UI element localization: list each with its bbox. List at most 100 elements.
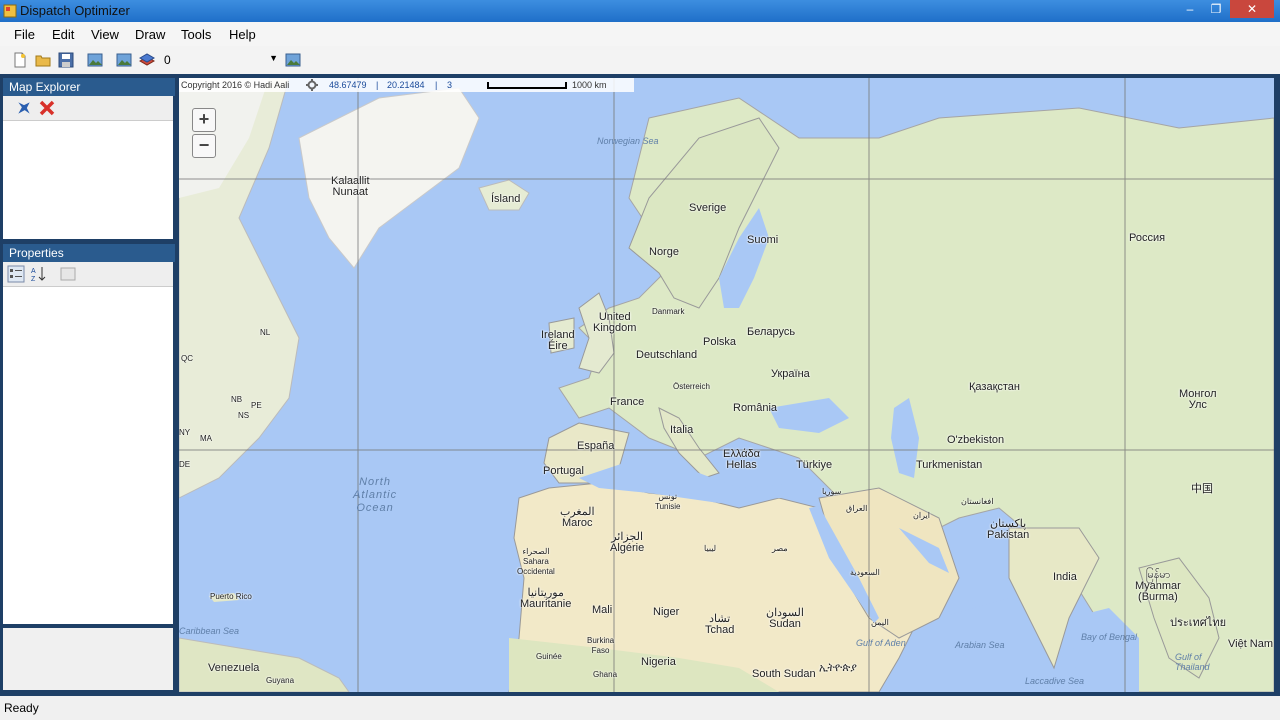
label-uzbekistan: O'zbekiston <box>947 434 1005 446</box>
sort-az-icon[interactable]: A Z <box>30 265 48 283</box>
title-bar: Dispatch Optimizer – ❐ ✕ <box>0 0 1280 22</box>
label-ethiopia: ኢትዮጵያ <box>819 662 857 674</box>
label-south-sudan: South Sudan <box>752 668 816 680</box>
label-portugal: Portugal <box>543 465 584 477</box>
app-icon <box>3 4 17 18</box>
label-suomi: Suomi <box>747 234 779 246</box>
label-syria: سوريا <box>822 487 842 496</box>
map-copyright: Copyright 2016 © Hadi Aali <box>181 80 290 90</box>
status-bar: Ready <box>0 696 1280 720</box>
label-maroc: المغرب Maroc <box>560 506 595 529</box>
label-norwegian-sea: Norwegian Sea <box>597 136 659 146</box>
label-pakistan: پاکستان Pakistan <box>987 518 1030 541</box>
minimize-button[interactable]: – <box>1176 0 1204 18</box>
label-kazakhstan: Қазақстан <box>969 381 1020 393</box>
label-tunisia: تونس Tunisie <box>655 492 681 511</box>
properties-toolbar: A Z <box>3 262 173 287</box>
label-iraq: العراق <box>846 504 868 513</box>
label-thailand: ประเทศไทย <box>1170 617 1227 629</box>
open-folder-icon[interactable] <box>35 52 51 68</box>
layer-combo-value: 0 <box>164 53 171 67</box>
menu-view[interactable]: View <box>91 27 119 42</box>
menu-file[interactable]: File <box>14 27 35 42</box>
map-image-icon[interactable] <box>87 52 103 68</box>
label-iran: ایران <box>913 511 930 520</box>
label-sverige: Sverige <box>689 202 727 214</box>
menu-draw[interactable]: Draw <box>135 27 165 42</box>
label-arabian-sea: Arabian Sea <box>955 640 1005 650</box>
categorized-icon[interactable] <box>7 265 25 283</box>
map-info-bar: Copyright 2016 © Hadi Aali 48.67479 | 20… <box>179 78 634 92</box>
label-egypt: مصر <box>772 544 788 553</box>
label-gulf-of-thailand: Gulf of Thailand <box>1175 652 1210 672</box>
label-mauritanie: موريتانيا Mauritanie <box>520 587 572 610</box>
map-scale-label: 1000 km <box>572 80 607 90</box>
description-panel <box>3 628 173 690</box>
label-atlantic-ocean: North Atlantic Ocean <box>353 476 398 514</box>
label-vietnam: Việt Nam <box>1228 638 1274 650</box>
delete-icon[interactable] <box>38 99 56 117</box>
scale-bar <box>487 82 567 89</box>
maximize-button[interactable]: ❐ <box>1202 0 1230 18</box>
map-image-icon[interactable] <box>116 52 132 68</box>
map-latitude: 20.21484 <box>387 80 425 90</box>
map-image-icon[interactable] <box>285 52 301 68</box>
label-pe: PE <box>251 401 262 410</box>
label-danmark: Danmark <box>652 307 685 316</box>
layers-icon[interactable] <box>139 52 155 68</box>
label-romania: România <box>733 402 778 414</box>
label-rossiya: Россия <box>1129 232 1166 244</box>
label-myanmar: မြန်မာ Myanmar (Burma) <box>1135 569 1181 603</box>
map-view[interactable]: + − Kalaallit Nunaat Ísland Sverige Suom… <box>179 78 1274 692</box>
label-tchad: تشاد Tchad <box>705 613 735 636</box>
label-saudi: السعودية <box>850 568 880 577</box>
menu-bar: File Edit View Draw Tools Help <box>0 22 1280 46</box>
label-venezuela: Venezuela <box>208 662 260 674</box>
label-burkina: Burkina Faso <box>587 636 615 655</box>
label-uk: United Kingdom <box>593 311 637 334</box>
label-ghana: Ghana <box>593 670 618 679</box>
label-polska: Polska <box>703 336 737 348</box>
label-turkiye: Türkiye <box>796 459 833 471</box>
label-yemen: اليمن <box>871 618 889 627</box>
airplane-icon[interactable] <box>15 99 33 117</box>
chevron-down-icon[interactable]: ▼ <box>269 53 278 63</box>
layer-combo[interactable]: 0 ▼ <box>160 51 280 69</box>
save-icon[interactable] <box>58 52 74 68</box>
label-ny: NY <box>179 428 191 437</box>
label-greenland: Kalaallit Nunaat <box>331 175 370 198</box>
label-mali: Mali <box>592 604 613 616</box>
property-pages-icon[interactable] <box>59 265 77 283</box>
gear-icon[interactable] <box>306 79 318 91</box>
label-nl: NL <box>260 328 271 337</box>
label-western-sahara: الصحراء Sahara Occidental <box>517 547 555 576</box>
new-file-icon[interactable] <box>12 52 28 68</box>
label-norge: Norge <box>649 246 679 258</box>
label-ukraina: Україна <box>771 368 810 380</box>
label-france: France <box>610 396 645 408</box>
menu-help[interactable]: Help <box>229 27 256 42</box>
label-belarus: Беларусь <box>747 326 796 338</box>
properties-panel: A Z <box>3 262 173 624</box>
label-algerie: الجزائر Algérie <box>610 531 645 554</box>
properties-title: Properties <box>3 244 175 262</box>
label-caribbean-sea: Caribbean Sea <box>179 626 240 636</box>
zoom-in-button[interactable]: + <box>192 108 216 132</box>
label-espana: España <box>577 440 615 452</box>
label-guyana: Guyana <box>266 676 295 685</box>
map-zoom-level: 3 <box>447 80 453 90</box>
label-bay-of-bengal: Bay of Bengal <box>1081 632 1138 642</box>
label-deutschland: Deutschland <box>636 349 698 361</box>
label-italia: Italia <box>670 424 694 436</box>
label-sudan: السودان Sudan <box>766 607 804 630</box>
label-india: India <box>1053 571 1077 583</box>
menu-tools[interactable]: Tools <box>181 27 211 42</box>
label-afghanistan: افغانستان <box>961 497 994 506</box>
label-turkmenistan: Turkmenistan <box>916 459 983 471</box>
map-longitude: 48.67479 <box>329 80 367 90</box>
label-ireland: Ireland Éire <box>541 329 575 352</box>
zoom-out-button[interactable]: − <box>192 134 216 158</box>
menu-edit[interactable]: Edit <box>52 27 74 42</box>
close-button[interactable]: ✕ <box>1230 0 1274 18</box>
label-osterreich: Österreich <box>673 382 710 391</box>
